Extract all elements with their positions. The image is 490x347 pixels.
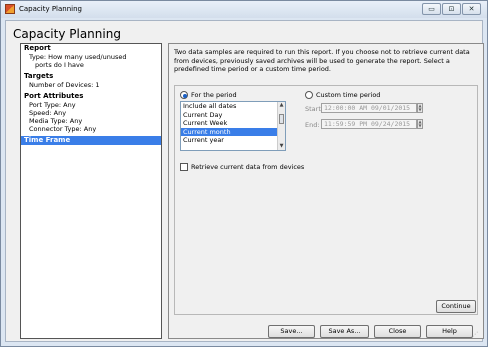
scroll-thumb[interactable] bbox=[279, 114, 284, 124]
list-item[interactable]: Current Week bbox=[181, 119, 285, 128]
retrieve-data-checkbox[interactable] bbox=[180, 163, 188, 171]
port-attributes-heading: Port Attributes bbox=[24, 92, 84, 100]
list-item[interactable]: Include all dates bbox=[181, 102, 285, 111]
description-text: Two data samples are required to run thi… bbox=[174, 48, 470, 73]
report-type-line2: ports do I have bbox=[35, 61, 84, 69]
scroll-up-icon[interactable]: ▲ bbox=[278, 102, 285, 109]
save-button[interactable]: Save... bbox=[268, 325, 315, 338]
save-as-button[interactable]: Save As... bbox=[320, 325, 369, 338]
list-item[interactable]: Current year bbox=[181, 136, 285, 145]
custom-period-radio[interactable] bbox=[305, 91, 313, 99]
list-item[interactable]: Current Day bbox=[181, 111, 285, 120]
end-spinner-icon[interactable]: ▲ ▼ bbox=[417, 119, 423, 129]
time-frame-panel: Two data samples are required to run thi… bbox=[168, 43, 484, 339]
period-listbox[interactable]: Include all dates Current Day Current We… bbox=[180, 101, 286, 151]
media-type: Media Type: Any bbox=[29, 117, 83, 125]
targets-heading: Targets bbox=[24, 72, 54, 80]
report-type-line1: Type: How many used/unused bbox=[29, 53, 127, 61]
scroll-down-icon[interactable]: ▼ bbox=[278, 143, 285, 150]
title-bar: Capacity Planning ▭ ⊡ ✕ bbox=[1, 1, 487, 18]
close-window-button[interactable]: ✕ bbox=[462, 3, 481, 15]
speed: Speed: Any bbox=[29, 109, 67, 117]
report-summary-panel: Report Type: How many used/unused ports … bbox=[20, 43, 162, 339]
resize-grip-icon[interactable]: ⋰ bbox=[472, 331, 480, 339]
retrieve-data-label: Retrieve current data from devices bbox=[191, 163, 305, 171]
port-type: Port Type: Any bbox=[29, 101, 76, 109]
for-period-radio[interactable] bbox=[180, 91, 188, 99]
app-icon bbox=[5, 4, 15, 14]
list-item-selected[interactable]: Current month bbox=[181, 127, 285, 136]
page-title: Capacity Planning bbox=[13, 27, 121, 41]
start-datetime-field[interactable]: 12:00:00 AM 09/01/2015 bbox=[321, 103, 417, 113]
help-button[interactable]: Help bbox=[426, 325, 473, 338]
continue-button[interactable]: Continue bbox=[436, 300, 476, 313]
close-button[interactable]: Close bbox=[374, 325, 421, 338]
report-heading: Report bbox=[24, 44, 51, 52]
number-of-devices: Number of Devices: 1 bbox=[29, 81, 100, 89]
dialog-client-area: Capacity Planning Report Type: How many … bbox=[5, 20, 484, 342]
application-window: Capacity Planning ▭ ⊡ ✕ Capacity Plannin… bbox=[0, 0, 488, 347]
start-spinner-icon[interactable]: ▲ ▼ bbox=[417, 103, 423, 113]
for-period-label: For the period bbox=[191, 91, 237, 99]
window-title: Capacity Planning bbox=[19, 5, 82, 13]
period-options-group: For the period Custom time period Includ… bbox=[174, 85, 478, 315]
maximize-button[interactable]: ⊡ bbox=[442, 3, 461, 15]
minimize-button[interactable]: ▭ bbox=[422, 3, 441, 15]
sidebar-item-time-frame[interactable]: Time Frame bbox=[21, 136, 161, 145]
end-label: End: bbox=[305, 121, 320, 129]
connector-type: Connector Type: Any bbox=[29, 125, 97, 133]
end-datetime-field[interactable]: 11:59:59 PM 09/24/2015 bbox=[321, 119, 417, 129]
listbox-scrollbar[interactable]: ▲ ▼ bbox=[277, 102, 285, 150]
custom-period-label: Custom time period bbox=[316, 91, 381, 99]
